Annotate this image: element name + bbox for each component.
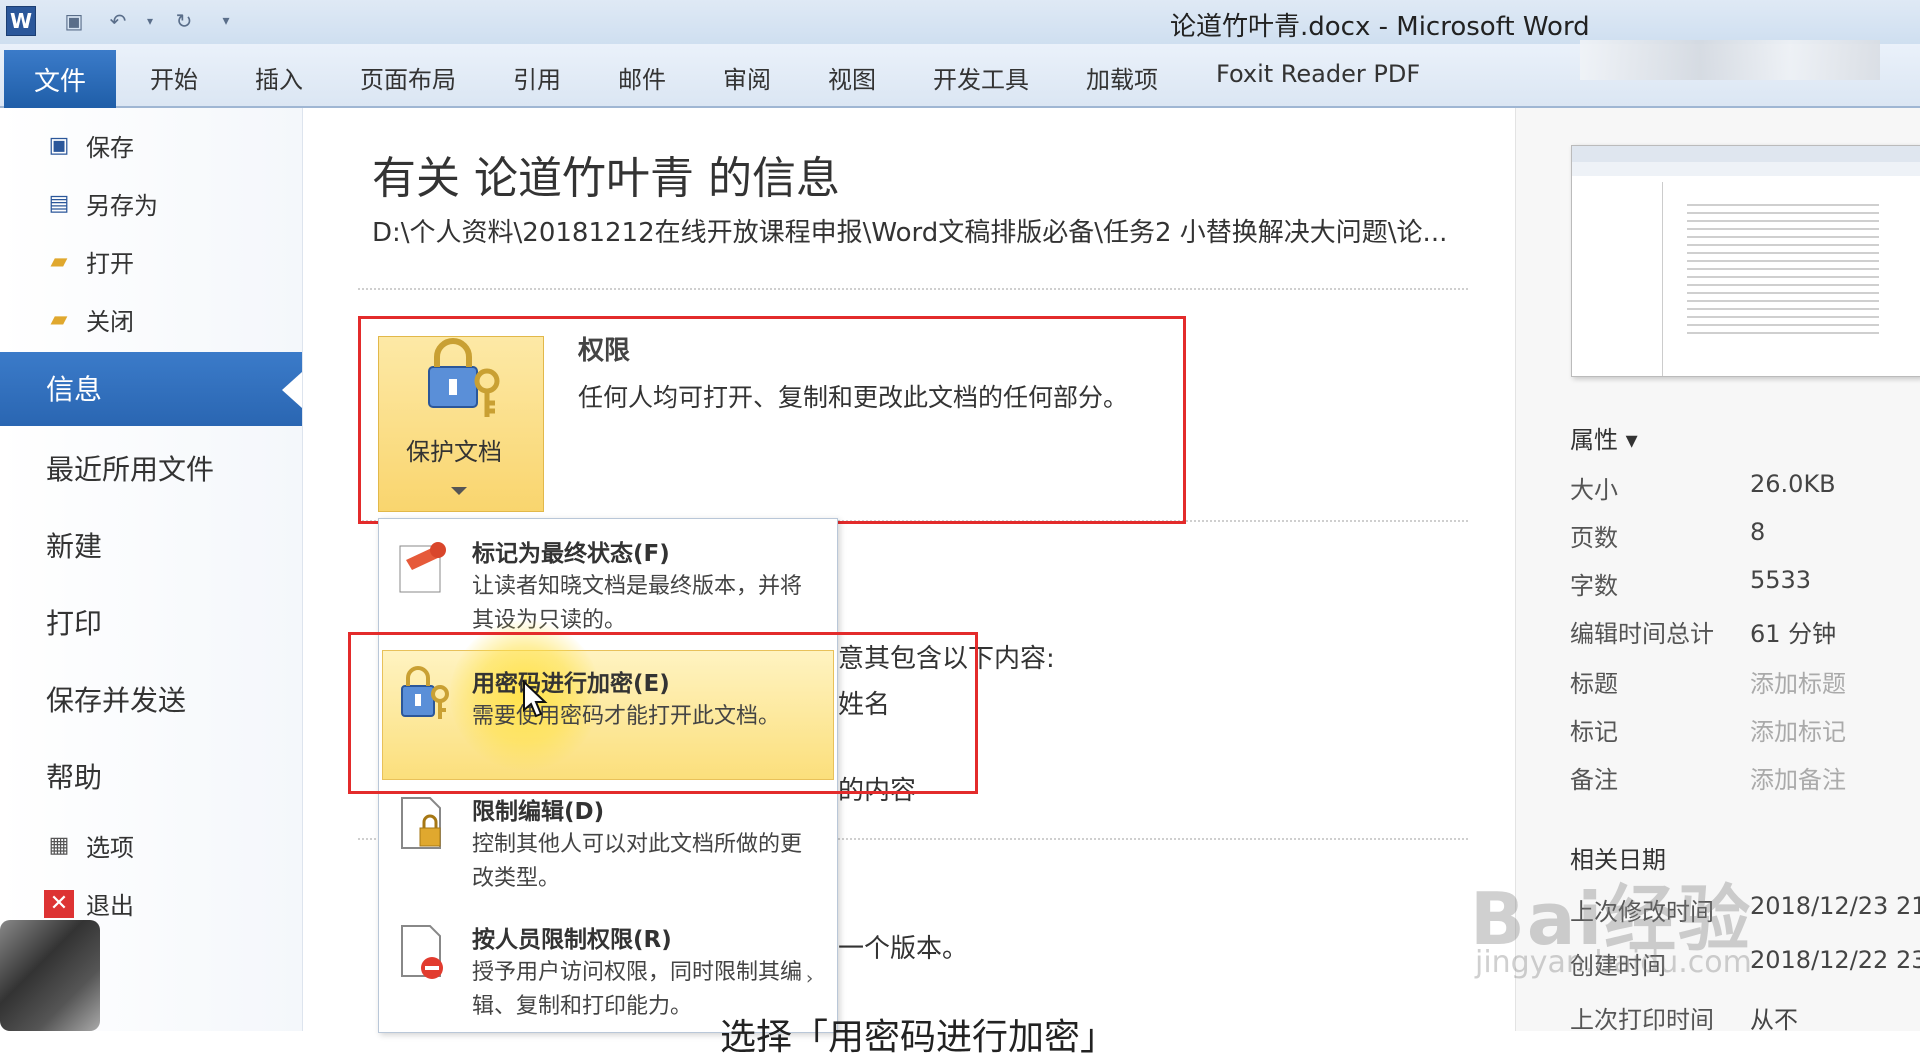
versions-note: 一个版本。	[838, 934, 969, 964]
restrict-permission-icon	[401, 925, 443, 979]
nav-close-label: 关闭	[86, 308, 134, 336]
menu-item-title: 限制编辑(D)	[472, 799, 605, 825]
thumbnail-text-lines	[1687, 198, 1879, 338]
nav-exit-label: 退出	[86, 892, 134, 920]
nav-print[interactable]: 打印	[46, 602, 102, 642]
document-path: D:\个人资料\20181212在线开放课程申报\Word文稿排版必备\任务2 …	[372, 218, 1448, 248]
tab-file[interactable]: 文件	[4, 50, 116, 108]
title-bar: W ▣ ↶ ▾ ↻ ▾ 论道竹叶青.docx - Microsoft Word	[0, 0, 1920, 44]
nav-save-as[interactable]: ▤ 另存为	[44, 186, 158, 221]
save-icon[interactable]: ▣	[60, 8, 88, 34]
nav-close[interactable]: ▰ 关闭	[44, 302, 134, 337]
nav-recent[interactable]: 最近所用文件	[46, 448, 214, 488]
redo-icon[interactable]: ↻	[170, 8, 198, 34]
prop-value: 61 分钟	[1750, 620, 1837, 648]
window-title: 论道竹叶青.docx - Microsoft Word	[1170, 12, 1590, 42]
red-highlight-box	[348, 632, 978, 794]
undo-dropdown-icon[interactable]: ▾	[136, 8, 164, 34]
submenu-arrow-icon: ›	[806, 968, 814, 989]
tab-page-layout[interactable]: 页面布局	[360, 60, 456, 95]
tab-developer[interactable]: 开发工具	[933, 60, 1029, 95]
video-caption: 选择「用密码进行加密」	[720, 1017, 1117, 1058]
mark-final-icon	[399, 542, 446, 593]
date-key: 上次打印时间	[1570, 1006, 1714, 1034]
nav-open[interactable]: ▰ 打开	[44, 244, 134, 279]
divider	[358, 288, 1468, 290]
open-folder-icon: ▰	[50, 249, 68, 274]
restrict-editing-icon	[401, 797, 441, 849]
nav-info-label: 信息	[46, 373, 103, 406]
nav-info[interactable]: 信息	[0, 352, 302, 426]
nav-options-label: 选项	[86, 834, 134, 862]
properties-header[interactable]: 属性 ▾	[1570, 420, 1638, 455]
word-logo-icon: W	[6, 6, 36, 36]
tab-references[interactable]: 引用	[513, 60, 561, 95]
menu-item-desc: 控制其他人可以对此文档所做的更改类型。	[472, 832, 803, 891]
tab-addins[interactable]: 加载项	[1086, 60, 1158, 95]
close-folder-icon: ▰	[50, 307, 68, 332]
prop-value: 8	[1750, 518, 1766, 546]
blurred-window-controls	[1580, 40, 1880, 80]
prop-value: 26.0KB	[1750, 470, 1836, 498]
prop-key: 页数	[1570, 524, 1618, 552]
nav-help[interactable]: 帮助	[46, 756, 102, 796]
selected-arrow-icon	[282, 372, 302, 408]
thumbnail-page	[1662, 182, 1903, 376]
document-thumbnail[interactable]	[1571, 145, 1920, 377]
tab-review[interactable]: 审阅	[723, 60, 771, 95]
date-value: 2018/12/23 21	[1750, 892, 1920, 920]
add-title-field[interactable]: 添加标题	[1750, 664, 1846, 699]
options-icon: ▦	[48, 833, 70, 858]
tab-insert[interactable]: 插入	[255, 60, 303, 95]
save-icon: ▣	[48, 133, 70, 158]
thumbnail-toolbar	[1572, 162, 1920, 176]
blurred-overlay	[0, 920, 100, 1031]
exit-icon: ✕	[44, 889, 74, 918]
prop-key: 编辑时间总计	[1570, 620, 1714, 648]
menu-item-title: 按人员限制权限(R)	[472, 927, 672, 953]
tab-mailings[interactable]: 邮件	[618, 60, 666, 95]
prop-key: 备注	[1570, 766, 1618, 794]
tab-foxit[interactable]: Foxit Reader PDF	[1216, 60, 1420, 88]
nav-save-label: 保存	[86, 134, 134, 162]
red-highlight-box	[358, 316, 1186, 524]
baidu-watermark-url: jingyan.baidu.com	[1475, 945, 1752, 980]
nav-save[interactable]: ▣ 保存	[44, 128, 134, 163]
menu-item-mark-final[interactable]: 标记为最终状态(F) 让读者知晓文档是最终版本，并将其设为只读的。	[378, 518, 836, 640]
page-title: 有关 论道竹叶青 的信息	[372, 153, 840, 204]
date-value: 从不	[1750, 1006, 1798, 1034]
nav-save-send[interactable]: 保存并发送	[46, 679, 186, 719]
undo-icon[interactable]: ↶	[104, 8, 132, 34]
nav-open-label: 打开	[86, 250, 134, 278]
nav-exit[interactable]: ✕ 退出	[44, 886, 134, 921]
prop-key: 字数	[1570, 572, 1618, 600]
save-as-icon: ▤	[48, 191, 70, 216]
tab-view[interactable]: 视图	[828, 60, 876, 95]
menu-item-restrict-editing[interactable]: 限制编辑(D) 控制其他人可以对此文档所做的更改类型。	[378, 782, 836, 904]
add-comments-field[interactable]: 添加备注	[1750, 760, 1846, 795]
nav-new[interactable]: 新建	[46, 525, 102, 565]
prop-key: 大小	[1570, 476, 1618, 504]
nav-save-as-label: 另存为	[86, 192, 158, 220]
date-value: 2018/12/22 23	[1750, 946, 1920, 974]
tab-home[interactable]: 开始	[150, 60, 198, 95]
customize-qat-icon[interactable]: ▾	[212, 8, 240, 34]
prop-key: 标记	[1570, 718, 1618, 746]
add-tags-field[interactable]: 添加标记	[1750, 712, 1846, 747]
nav-options[interactable]: ▦ 选项	[44, 828, 134, 863]
prop-key: 标题	[1570, 670, 1618, 698]
prop-value: 5533	[1750, 566, 1812, 594]
menu-item-title: 标记为最终状态(F)	[472, 541, 670, 567]
thumbnail-ribbon	[1572, 146, 1920, 162]
